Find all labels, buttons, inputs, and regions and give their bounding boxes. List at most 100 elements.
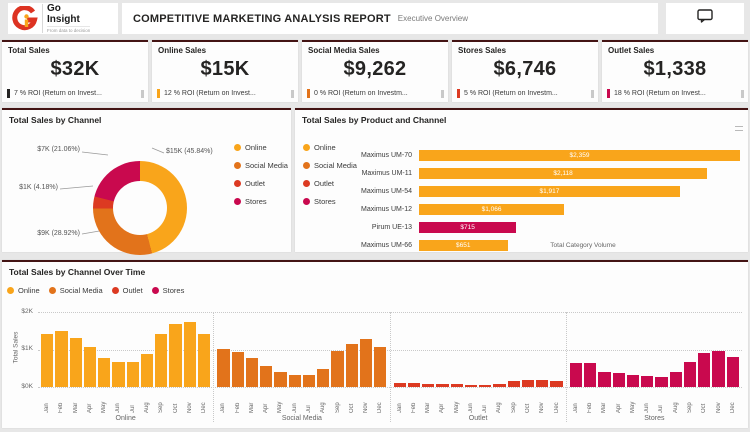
bar-outlet-apr[interactable] bbox=[436, 384, 448, 387]
bar-social_media-jul[interactable] bbox=[303, 375, 315, 387]
bar-stores-sep[interactable] bbox=[684, 362, 696, 388]
product-bar-track: $2,118 bbox=[419, 168, 740, 179]
kpi-card-2[interactable]: Online Sales$15K12 % ROI (Return on Inve… bbox=[152, 40, 298, 102]
bar-social_media-oct[interactable] bbox=[346, 344, 358, 387]
month-tick: Nov bbox=[535, 389, 549, 413]
bar-social_media-dec[interactable] bbox=[374, 347, 386, 388]
bar-outlet-aug[interactable] bbox=[493, 384, 505, 387]
bar-online-mar[interactable] bbox=[70, 338, 82, 388]
product-bar-5[interactable]: $715 bbox=[419, 222, 516, 233]
bar-outlet-dec[interactable] bbox=[550, 381, 562, 387]
bar-online-may[interactable] bbox=[98, 358, 110, 387]
time-chart-legend: Online Social Media Outlet Stores bbox=[7, 284, 193, 296]
scrollbar-nub[interactable] bbox=[591, 90, 594, 98]
bar-social_media-apr[interactable] bbox=[260, 366, 272, 387]
bar-online-dec[interactable] bbox=[198, 334, 210, 387]
time-legend-item-stores[interactable]: Stores bbox=[152, 284, 185, 296]
product-bar-value: $2,359 bbox=[570, 152, 590, 159]
bar-social_media-mar[interactable] bbox=[246, 358, 258, 387]
bar-social_media-sep[interactable] bbox=[331, 351, 343, 387]
donut-legend-item-social_media[interactable]: Social Media bbox=[234, 156, 288, 174]
bar-stores-jun[interactable] bbox=[641, 376, 653, 387]
product-bar-4[interactable]: $1,066 bbox=[419, 204, 564, 215]
donut-ring[interactable] bbox=[93, 161, 187, 255]
bar-outlet-jul[interactable] bbox=[479, 385, 491, 387]
outlet-legend-dot bbox=[234, 180, 241, 187]
report-title: COMPETITIVE MARKETING ANALYSIS REPORT bbox=[133, 13, 391, 25]
bar-online-feb[interactable] bbox=[55, 331, 67, 387]
bar-outlet-may[interactable] bbox=[451, 384, 463, 387]
month-tick: Jun bbox=[640, 389, 654, 413]
comment-button[interactable] bbox=[666, 3, 744, 34]
bar-outlet-jun[interactable] bbox=[465, 385, 477, 387]
bar-outlet-sep[interactable] bbox=[508, 381, 520, 387]
bar-stores-feb[interactable] bbox=[584, 363, 596, 387]
product-row: Maximus UM-11$2,118 bbox=[295, 164, 740, 182]
bar-outlet-oct[interactable] bbox=[522, 380, 534, 387]
scrollbar-nub[interactable] bbox=[441, 90, 444, 98]
time-group-social_media: JanFebMarAprMayJunJulAugSepOctNovDecSoci… bbox=[213, 312, 389, 422]
bar-online-jun[interactable] bbox=[112, 362, 124, 387]
bar-social_media-nov[interactable] bbox=[360, 339, 372, 387]
scrollbar-nub[interactable] bbox=[141, 90, 144, 98]
donut-legend-item-stores[interactable]: Stores bbox=[234, 192, 288, 210]
bar-stores-mar[interactable] bbox=[598, 372, 610, 387]
bar-online-jul[interactable] bbox=[127, 362, 139, 387]
kpi-card-3[interactable]: Social Media Sales$9,2620 % ROI (Return … bbox=[302, 40, 448, 102]
product-bar-2[interactable]: $2,118 bbox=[419, 168, 707, 179]
time-group-months: JanFebMarAprMayJunJulAugSepOctNovDec bbox=[214, 389, 389, 413]
time-legend-item-outlet[interactable]: Outlet bbox=[112, 284, 143, 296]
time-legend-item-social_media[interactable]: Social Media bbox=[49, 284, 103, 296]
kpi-card-title: Social Media Sales bbox=[302, 42, 448, 55]
bar-social_media-jun[interactable] bbox=[289, 375, 301, 387]
bar-stores-dec[interactable] bbox=[727, 357, 739, 387]
donut-legend-item-outlet[interactable]: Outlet bbox=[234, 174, 288, 192]
product-category-label: Maximus UM-70 bbox=[295, 152, 419, 159]
bar-outlet-nov[interactable] bbox=[536, 380, 548, 387]
legend-label: Stores bbox=[245, 197, 267, 206]
time-legend-item-online[interactable]: Online bbox=[7, 284, 40, 296]
scrollbar-nub[interactable] bbox=[741, 90, 744, 98]
month-tick: Jan bbox=[216, 389, 230, 413]
bar-social_media-jan[interactable] bbox=[217, 349, 229, 387]
month-tick: Oct bbox=[697, 389, 711, 413]
bar-stores-jul[interactable] bbox=[655, 377, 667, 387]
bar-stores-jan[interactable] bbox=[570, 363, 582, 387]
bar-social_media-aug[interactable] bbox=[317, 369, 329, 387]
product-bar-chart: Maximus UM-70$2,359Maximus UM-11$2,118Ma… bbox=[295, 146, 740, 254]
bar-social_media-feb[interactable] bbox=[232, 352, 244, 387]
bar-stores-oct[interactable] bbox=[698, 353, 710, 387]
kpi-card-roi: 12 % ROI (Return on Invest... bbox=[157, 89, 294, 98]
bar-outlet-jan[interactable] bbox=[394, 383, 406, 387]
stores-legend-dot bbox=[152, 287, 159, 294]
legend-label: Online bbox=[245, 143, 267, 152]
bar-outlet-feb[interactable] bbox=[408, 383, 420, 387]
product-bar-1[interactable]: $2,359 bbox=[419, 150, 740, 161]
month-label: Feb bbox=[58, 389, 64, 413]
month-tick: May bbox=[626, 389, 640, 413]
month-label: May bbox=[454, 389, 460, 413]
bar-stores-aug[interactable] bbox=[670, 372, 682, 387]
bar-online-oct[interactable] bbox=[169, 324, 181, 387]
scrollbar-handle[interactable] bbox=[735, 126, 743, 131]
donut-legend-item-online[interactable]: Online bbox=[234, 138, 288, 156]
scrollbar-nub[interactable] bbox=[291, 90, 294, 98]
bar-social_media-may[interactable] bbox=[274, 372, 286, 387]
bar-online-aug[interactable] bbox=[141, 354, 153, 387]
donut-chart[interactable]: $7K (21.06%) $15K (45.84%) $1K (4.18%) $… bbox=[2, 126, 291, 252]
bar-stores-apr[interactable] bbox=[613, 373, 625, 387]
bar-stores-nov[interactable] bbox=[712, 351, 724, 387]
bar-stores-may[interactable] bbox=[627, 375, 639, 387]
bar-online-apr[interactable] bbox=[84, 347, 96, 387]
kpi-card-1[interactable]: Total Sales$32K7 % ROI (Return on Invest… bbox=[2, 40, 148, 102]
time-group-bars bbox=[567, 312, 742, 387]
bar-online-sep[interactable] bbox=[155, 334, 167, 387]
bar-outlet-mar[interactable] bbox=[422, 384, 434, 387]
bar-online-nov[interactable] bbox=[184, 322, 196, 387]
kpi-card-5[interactable]: Outlet Sales$1,33818 % ROI (Return on In… bbox=[602, 40, 748, 102]
month-tick: Aug bbox=[316, 389, 330, 413]
product-bar-3[interactable]: $1,917 bbox=[419, 186, 680, 197]
bar-online-jan[interactable] bbox=[41, 334, 53, 387]
kpi-card-4[interactable]: Stores Sales$6,7465 % ROI (Return on Inv… bbox=[452, 40, 598, 102]
time-bar-chart: JanFebMarAprMayJunJulAugSepOctNovDecOnli… bbox=[38, 312, 742, 422]
